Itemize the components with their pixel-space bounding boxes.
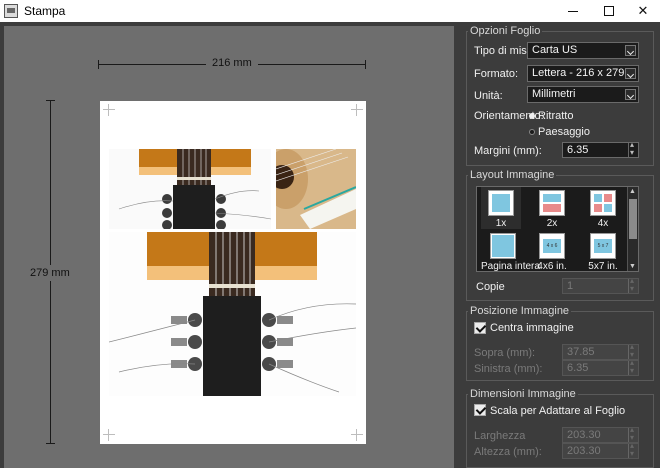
scrollbar-thumb[interactable] [629, 199, 637, 239]
crop-mark-icon [351, 429, 363, 441]
width-dimension-label: 216 mm [206, 57, 258, 69]
width-label: Larghezza [474, 430, 526, 442]
format-select[interactable]: Lettera - 216 x 279 [527, 65, 639, 82]
height-label: Altezza (mm): [474, 446, 542, 458]
spin-arrows-icon[interactable] [628, 441, 638, 458]
top-offset-value: 37.85 [567, 346, 595, 358]
format-value: Lettera - 216 x 279 [532, 67, 625, 79]
spin-arrows-icon[interactable] [628, 425, 638, 442]
format-label: Formato: [474, 68, 519, 80]
printer-icon [4, 4, 18, 18]
crop-mark-icon [103, 429, 115, 441]
layout-caption: 1x [495, 218, 507, 229]
margins-label: Margini (mm): [474, 145, 542, 157]
layout-caption: Pagina intera [481, 261, 540, 272]
width-stepper[interactable]: 203.30 [562, 425, 639, 443]
copies-label: Copie [476, 281, 505, 293]
image-size-title: Dimensioni Immagine [468, 388, 578, 400]
landscape-radio[interactable] [529, 129, 535, 135]
layout-2x-icon [539, 190, 565, 216]
spin-arrows-icon[interactable] [628, 140, 638, 157]
portrait-radio[interactable] [529, 113, 535, 119]
unit-value: Millimetri [532, 88, 576, 100]
portrait-label[interactable]: Ritratto [538, 110, 573, 122]
left-offset-stepper[interactable]: 6.35 [562, 358, 639, 376]
layout-caption: 2x [546, 218, 558, 229]
crop-mark-icon [351, 104, 363, 116]
layout-option-4x6[interactable]: 4 x 6 4x6 in. [532, 230, 572, 272]
chevron-down-icon [625, 45, 636, 56]
layout-5x7-icon: 5 x 7 [590, 233, 616, 259]
sheet-options-title: Opzioni Foglio [468, 25, 543, 37]
paper-sheet [100, 101, 366, 444]
height-dimension-label: 279 mm [30, 265, 70, 281]
image-position-title: Posizione Immagine [468, 305, 572, 317]
layout-option-5x7[interactable]: 5 x 7 5x7 in. [583, 230, 623, 272]
top-offset-stepper[interactable]: 37.85 [562, 342, 639, 360]
layout-caption: 5x7 in. [588, 261, 618, 272]
photo-guitar-headstock-small[interactable] [109, 149, 271, 229]
chevron-down-icon [625, 89, 636, 100]
photo-guitar-headstock-large[interactable] [109, 232, 356, 396]
unit-select[interactable]: Millimetri [527, 86, 639, 103]
close-icon: ✕ [637, 3, 649, 18]
maximize-icon [604, 6, 614, 16]
layout-scrollbar[interactable]: ▲ ▼ [627, 187, 638, 271]
center-image-checkbox[interactable] [474, 322, 486, 334]
measure-type-select[interactable]: Carta US [527, 42, 639, 59]
layout-caption: 4x6 in. [537, 261, 567, 272]
layout-option-full-page[interactable]: Pagina intera [481, 230, 540, 272]
layout-option-4x[interactable]: 4x [583, 187, 623, 229]
layout-list: 1x 2x 4x Pagina intera 4 x 6 4x6 in. 5 x… [476, 186, 639, 272]
scale-to-fit-label[interactable]: Scala per Adattare al Foglio [490, 405, 625, 417]
layout-4x6-thumb-text: 4 x 6 [543, 239, 561, 253]
scroll-up-icon[interactable]: ▲ [629, 188, 636, 195]
landscape-label[interactable]: Paesaggio [538, 126, 590, 138]
layout-option-2x[interactable]: 2x [532, 187, 572, 229]
close-button[interactable]: ✕ [626, 0, 660, 22]
margins-stepper[interactable]: 6.35 [562, 140, 639, 158]
height-value: 203.30 [567, 445, 601, 457]
layout-4x6-icon: 4 x 6 [539, 233, 565, 259]
layout-full-page-icon [490, 233, 516, 259]
maximize-button[interactable] [592, 0, 626, 22]
width-value: 203.30 [567, 429, 601, 441]
scale-to-fit-checkbox[interactable] [474, 404, 486, 416]
chevron-down-icon [625, 68, 636, 79]
spin-arrows-icon[interactable] [628, 342, 638, 359]
top-offset-label: Sopra (mm): [474, 347, 536, 359]
minimize-button[interactable] [556, 0, 590, 22]
copies-stepper[interactable]: 1 [562, 276, 639, 294]
layout-5x7-thumb-text: 5 x 7 [594, 239, 612, 253]
crop-mark-icon [103, 104, 115, 116]
height-stepper[interactable]: 203.30 [562, 441, 639, 459]
spin-arrows-icon[interactable] [628, 276, 638, 293]
measure-type-value: Carta US [532, 44, 578, 56]
layout-4x-icon [590, 190, 616, 216]
left-offset-value: 6.35 [567, 362, 589, 374]
left-offset-label: Sinistra (mm): [474, 363, 543, 375]
layout-1x-icon [488, 190, 514, 216]
window-title: Stampa [24, 4, 66, 18]
layout-caption: 4x [597, 218, 609, 229]
layout-option-1x[interactable]: 1x [481, 187, 521, 229]
photo-guitar-soundhole[interactable] [276, 149, 356, 229]
copies-value: 1 [567, 280, 574, 292]
unit-label: Unità: [474, 90, 503, 102]
image-layout-title: Layout Immagine [468, 169, 557, 181]
scroll-down-icon[interactable]: ▼ [629, 263, 636, 270]
margins-value: 6.35 [567, 144, 589, 156]
center-image-label[interactable]: Centra immagine [490, 322, 574, 334]
minimize-icon [568, 10, 578, 12]
spin-arrows-icon[interactable] [628, 358, 638, 375]
